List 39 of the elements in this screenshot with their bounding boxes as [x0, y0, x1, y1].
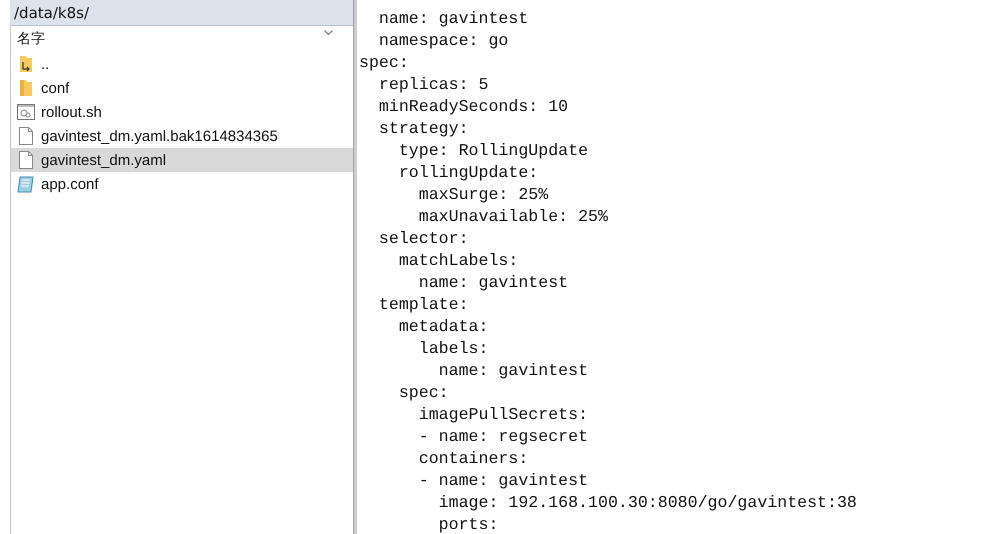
code-line: spec:: [398, 382, 450, 404]
name-column-header[interactable]: 名字: [17, 30, 45, 48]
file-list-item[interactable]: ..: [11, 52, 353, 76]
code-line: imagePullSecrets:: [418, 404, 590, 426]
code-line: name: gavintest: [438, 360, 590, 382]
file-icon: [19, 151, 33, 169]
file-list-item[interactable]: app.conf: [11, 172, 353, 196]
script-file-icon: [17, 104, 35, 120]
code-line: rollingUpdate:: [398, 162, 540, 184]
code-line: name: gavintest: [378, 8, 530, 30]
parent-folder-icon: [19, 55, 33, 73]
code-line: name: gavintest: [418, 272, 570, 294]
code-line: type: RollingUpdate: [398, 140, 590, 162]
path-bar[interactable]: /data/k8s/: [10, 0, 353, 26]
code-line: template:: [378, 294, 470, 316]
sort-chevron-icon: [324, 30, 333, 35]
code-line: image: 192.168.100.30:8080/go/gavintest:38: [438, 492, 858, 514]
file-list-item[interactable]: conf: [11, 76, 353, 100]
code-line: metadata:: [398, 316, 490, 338]
code-line: replicas: 5: [378, 74, 490, 96]
file-list-item[interactable]: gavintest_dm.yaml.bak1614834365: [11, 124, 353, 148]
code-line: - name: gavintest: [418, 470, 590, 492]
code-line: - name: regsecret: [418, 426, 590, 448]
code-line: maxSurge: 25%: [418, 184, 550, 206]
code-line: matchLabels:: [398, 250, 520, 272]
code-line: namespace: go: [378, 30, 510, 52]
file-list-item[interactable]: gavintest_dm.yaml: [11, 148, 353, 172]
file-icon: [19, 127, 33, 145]
code-line: labels:: [418, 338, 490, 360]
code-line: maxUnavailable: 25%: [418, 206, 609, 228]
code-line: ports:: [438, 514, 500, 534]
code-line: spec:: [359, 52, 410, 74]
folder-icon: [19, 79, 33, 97]
code-line: containers:: [418, 448, 530, 470]
file-list-item[interactable]: rollout.sh: [11, 100, 353, 124]
code-line: minReadySeconds: 10: [378, 96, 570, 118]
config-file-icon: [17, 175, 35, 193]
code-line: selector:: [378, 228, 470, 250]
code-line: strategy:: [378, 118, 470, 140]
